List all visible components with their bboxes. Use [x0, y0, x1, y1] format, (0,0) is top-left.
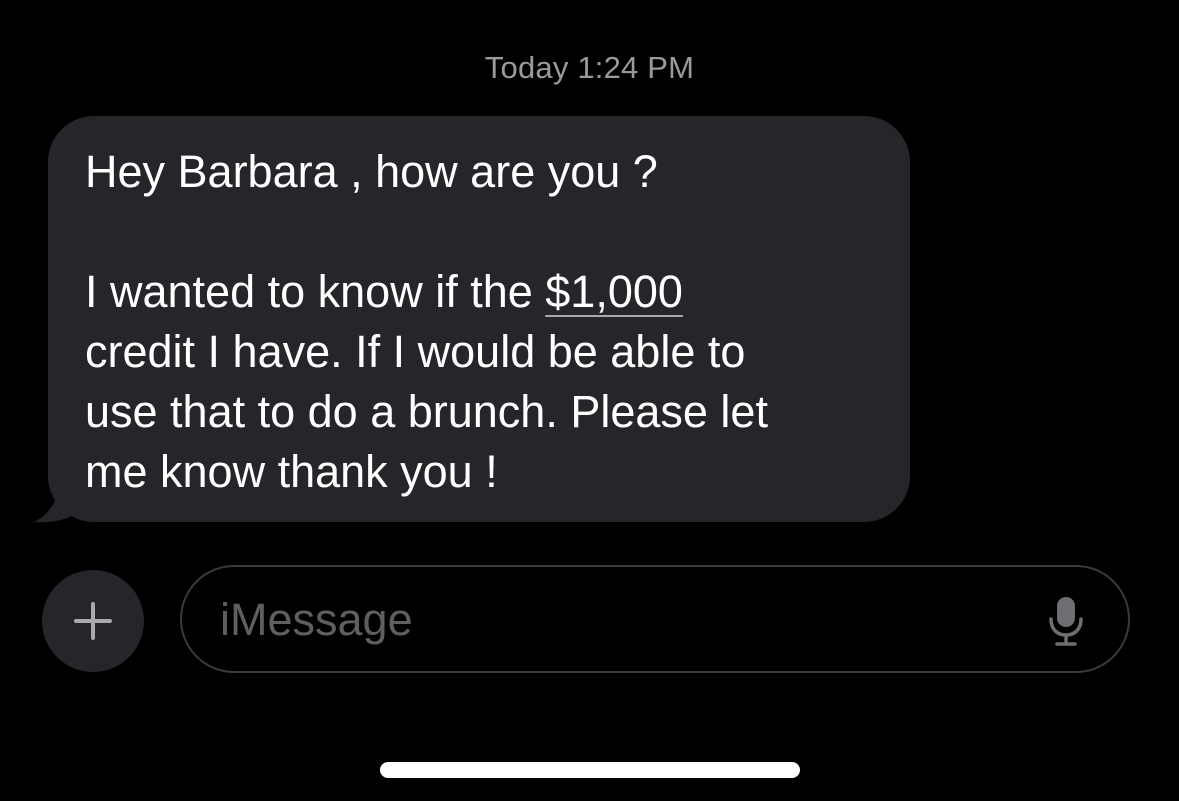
home-indicator[interactable] [380, 762, 800, 778]
microphone-icon[interactable] [1048, 595, 1084, 647]
message-text-segment: I wanted to know if the [85, 266, 546, 317]
message-line: I wanted to know if the $1,000 [85, 262, 880, 322]
plus-icon [74, 602, 112, 640]
add-attachment-button[interactable] [42, 570, 144, 672]
message-line: credit I have. If I would be able to [85, 326, 746, 377]
money-amount-link[interactable]: $1,000 [545, 266, 683, 317]
input-placeholder: iMessage [220, 594, 413, 645]
imessage-input-field[interactable]: iMessage [180, 565, 1130, 673]
timestamp: Today 1:24 PM [484, 50, 695, 85]
message-line: Hey Barbara , how are you ? [85, 146, 658, 197]
message-line: use that to do a brunch. Please let [85, 386, 768, 437]
incoming-message-bubble[interactable]: Hey Barbara , how are you ? I wanted to … [48, 116, 910, 522]
message-line: me know thank you ! [85, 446, 498, 497]
message-text: Hey Barbara , how are you ? I wanted to … [85, 142, 880, 502]
